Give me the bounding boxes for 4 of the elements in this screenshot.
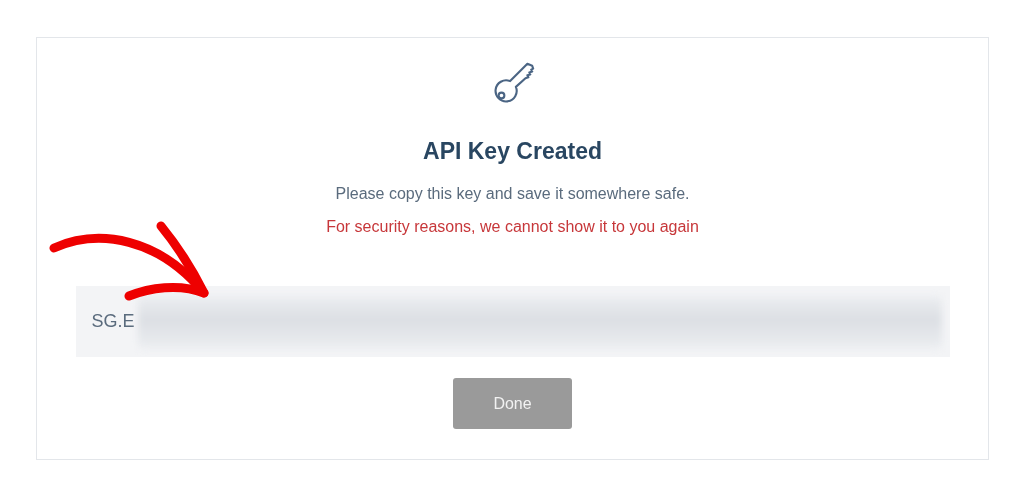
- instruction-text: Please copy this key and save it somewhere safe.: [335, 185, 690, 203]
- api-key-field[interactable]: SG.E: [75, 286, 950, 357]
- warning-text: For security reasons, we cannot show it to you again: [326, 218, 699, 236]
- dialog-title: API Key Created: [423, 138, 602, 165]
